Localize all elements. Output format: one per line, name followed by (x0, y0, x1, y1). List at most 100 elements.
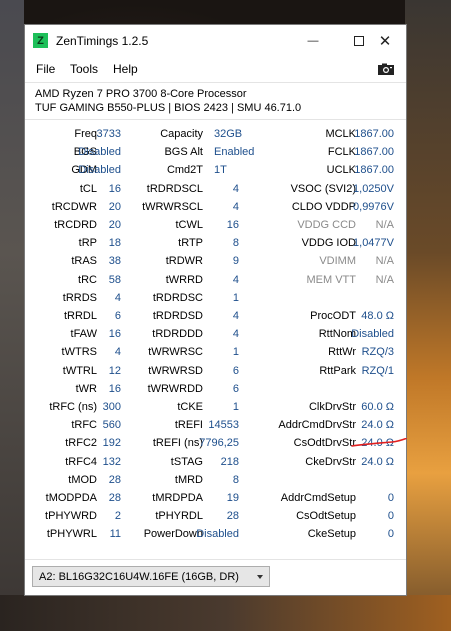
timing-row: tRFC2 192 tREFI (ns) 7796,25 CsOdtDrvStr 24.0… (25, 437, 406, 455)
voltage-value: Disabled (351, 328, 394, 341)
timing-value: 28 (108, 492, 121, 504)
desktop-background-bottom (0, 595, 451, 631)
timing-label: tWRWRSCL (142, 200, 203, 213)
voltage-value: N/A (375, 273, 394, 286)
voltage-label: RttPark (319, 364, 356, 377)
timing-row: tRRDL 6 tRDRDSD 4 ProcODT 48.0 Ω (25, 310, 406, 328)
timing-row: tRCDWR 20 tWRWRSCL 4 CLDO VDDP 0,9976V (25, 201, 406, 219)
timing-label: tRDRDDD (152, 328, 203, 341)
timing-label: tWRWRSC (148, 346, 203, 359)
window-title: ZenTimings 1.2.5 (56, 34, 149, 48)
voltage-label: ClkDrvStr (308, 401, 356, 413)
voltage-label: UCLK (326, 164, 356, 177)
timing-value: 6 (232, 364, 239, 377)
timing-label: tRFC (71, 419, 97, 432)
dimm-select[interactable]: A2: BL16G32C16U4W.16FE (16GB, DR) (32, 566, 270, 587)
timing-label: tRTP (178, 237, 203, 250)
timing-row: tRC 58 tWRRD 4 MEM VTT N/A (25, 274, 406, 292)
timing-value: 20 (108, 200, 121, 213)
timing-value: 7796,25 (199, 437, 239, 450)
timing-row: tMODPDA 28 tMRDPDA 19 AddrCmdSetup 0 (25, 492, 406, 510)
board-info: TUF GAMING B550-PLUS | BIOS 2423 | SMU 4… (35, 102, 302, 114)
timing-value: 6 (232, 382, 239, 395)
timing-label: tCL (79, 182, 97, 195)
voltage-value: N/A (375, 219, 394, 231)
timing-label: tPHYWRL (46, 528, 97, 541)
dimm-select-value: A2: BL16G32C16U4W.16FE (16GB, DR) (39, 571, 239, 583)
camera-icon[interactable] (378, 63, 394, 75)
voltage-value: 1867.00 (354, 146, 394, 159)
timing-value: 4 (232, 200, 239, 213)
timing-value: 20 (108, 219, 121, 231)
timing-value: 4 (114, 291, 121, 304)
timing-value: 4 (114, 346, 121, 359)
menu-help[interactable]: Help (113, 62, 138, 76)
timing-label: tMRDPDA (152, 492, 203, 504)
timing-label: tRRDS (62, 291, 97, 304)
timing-row: tRCDRD 20 tCWL 16 VDDG CCD N/A (25, 219, 406, 237)
timing-label: tWTRL (62, 364, 97, 377)
timing-row: tWTRS 4 tWRWRSC 1 RttWr RZQ/3 (25, 346, 406, 364)
timing-label: tWRWRSD (148, 364, 203, 377)
timing-row: Freq 3733 Capacity 32GB MCLK 1867.00 (25, 128, 406, 146)
voltage-label: VDIMM (319, 255, 356, 268)
close-button[interactable]: ✕ (362, 25, 408, 56)
timing-label: Cmd2T (166, 164, 203, 177)
timing-value: 218 (220, 455, 239, 468)
timing-label: tMODPDA (45, 492, 97, 504)
timing-label: tWRWRDD (147, 382, 203, 395)
timing-value: 28 (226, 510, 239, 523)
timing-value: 2 (114, 510, 121, 523)
red-annotation-underline (351, 438, 407, 447)
close-icon: ✕ (378, 32, 392, 50)
minimize-icon: — (307, 34, 319, 47)
timing-value: 4 (232, 182, 239, 195)
minimize-button[interactable]: — (290, 25, 336, 56)
timing-label: BGS Alt (164, 146, 203, 159)
voltage-value: 24.0 Ω (361, 455, 394, 468)
timing-value: 132 (102, 455, 121, 468)
timing-label: tRFC4 (65, 455, 97, 468)
timing-value: 28 (108, 473, 121, 486)
timing-label: tPHYWRD (45, 510, 97, 523)
voltage-value: 24.0 Ω (361, 419, 394, 432)
voltage-value: 48.0 Ω (361, 310, 394, 322)
timing-label: tWR (75, 382, 97, 395)
timing-value: 12 (108, 364, 121, 377)
timing-value: Disabled (78, 146, 121, 159)
desktop-background-left (0, 0, 24, 631)
timing-value: 38 (108, 255, 121, 268)
timing-label: tRRDL (63, 310, 97, 322)
timing-value: 32GB (214, 128, 243, 140)
timing-label: tFAW (70, 328, 97, 341)
timing-label: tRC (78, 273, 97, 286)
timing-value: 8 (232, 473, 239, 486)
timing-value: 16 (226, 219, 239, 231)
desktop-background-right (405, 0, 451, 631)
voltage-value: RZQ/1 (361, 364, 394, 377)
timings-panel: Freq 3733 Capacity 32GB MCLK 1867.00 BGS Disabl… (25, 122, 406, 562)
voltage-label: FCLK (327, 146, 356, 159)
title-bar[interactable]: Z ZenTimings 1.2.5 — ✕ (25, 25, 406, 56)
voltage-value: 0 (387, 528, 394, 541)
timing-row: tMOD 28 tMRD 8 (25, 474, 406, 492)
timing-value: 9 (232, 255, 239, 268)
timing-row: tRFC (ns) 300 tCKE 1 ClkDrvStr 60.0 Ω (25, 401, 406, 419)
timing-row: tRP 18 tRTP 8 VDDG IOD 1,0477V (25, 237, 406, 255)
app-icon: Z (33, 33, 48, 48)
menu-file[interactable]: File (36, 62, 55, 76)
voltage-label: MEM VTT (306, 273, 357, 286)
timing-value: Disabled (196, 528, 239, 541)
voltage-label: AddrCmdSetup (280, 492, 356, 504)
voltage-label: RttWr (328, 346, 356, 359)
timing-value: 3733 (96, 128, 121, 140)
timing-label: tSTAG (170, 455, 203, 468)
timing-label: tRFC (ns) (49, 401, 97, 413)
chevron-down-icon (257, 575, 263, 579)
voltage-value: 0 (387, 492, 394, 504)
voltage-value: 1867.00 (354, 164, 394, 177)
menu-tools[interactable]: Tools (70, 62, 98, 76)
voltage-label: CkeSetup (307, 528, 356, 541)
timing-label: tRCDRD (54, 219, 97, 231)
timing-value: 19 (226, 492, 239, 504)
